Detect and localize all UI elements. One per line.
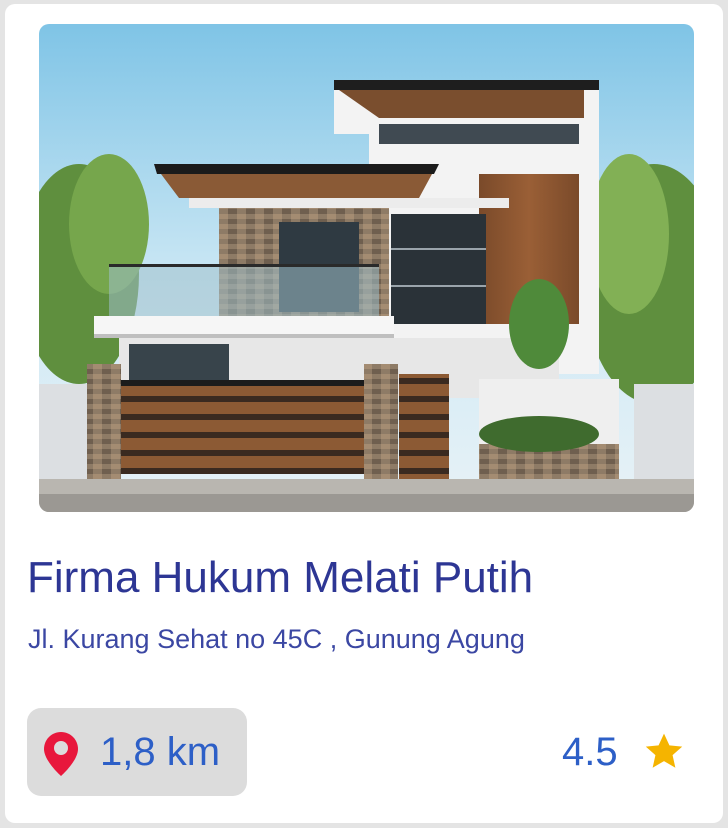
place-title: Firma Hukum Melati Putih [27, 553, 534, 602]
rating-value: 4.5 [562, 730, 618, 774]
distance-badge: 1,8 km [27, 708, 247, 796]
place-address: Jl. Kurang Sehat no 45C , Gunung Agung [28, 624, 525, 654]
place-card[interactable]: Firma Hukum Melati Putih Jl. Kurang Seha… [5, 4, 723, 823]
distance-value: 1,8 km [100, 730, 221, 774]
place-photo [39, 24, 694, 512]
star-icon [645, 733, 683, 768]
location-pin-icon [44, 732, 78, 776]
